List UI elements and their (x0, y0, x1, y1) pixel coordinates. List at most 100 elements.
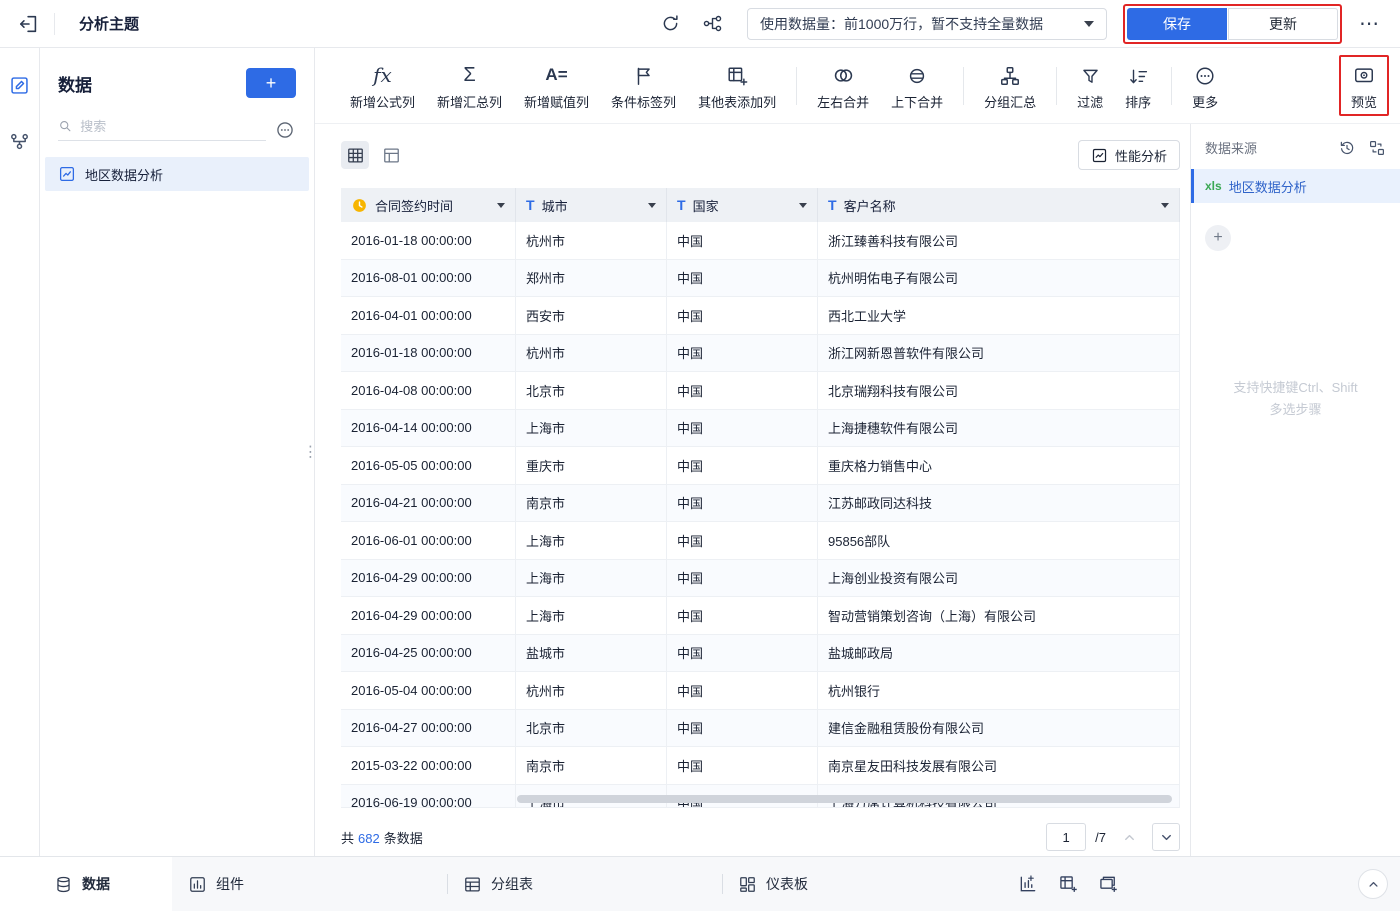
grid-view-button[interactable] (341, 141, 369, 169)
table-cell: 中国 (667, 709, 818, 746)
table-cell: 上海市 (516, 409, 667, 446)
toolbar-item-group-summary[interactable]: 分组汇总 (973, 61, 1047, 111)
more-circle-icon (1196, 66, 1214, 85)
update-button[interactable]: 更新 (1228, 7, 1338, 40)
chevron-up-icon (1124, 834, 1134, 840)
data-limit-label: 使用数据量：前1000万行，暂不支持全量数据 (760, 15, 1044, 32)
toolbar-divider (963, 66, 965, 105)
table-cell: 2016-04-27 00:00:00 (341, 709, 516, 746)
page-prev-button[interactable] (1115, 823, 1143, 851)
main-column: fx 新增公式列 Σ 新增汇总列 A= 新增赋值列 条件标签列 其他表添加列 左… (315, 48, 1400, 856)
layout-switch-icon[interactable] (1368, 139, 1386, 157)
pagination: /7 (1046, 823, 1180, 851)
exit-icon[interactable] (14, 9, 44, 39)
add-data-button[interactable]: + (246, 68, 296, 98)
table-row[interactable]: 2016-05-04 00:00:00 杭州市 中国 杭州银行 (341, 672, 1180, 710)
column-menu-icon[interactable] (1161, 202, 1169, 208)
table-row[interactable]: 2016-05-05 00:00:00 重庆市 中国 重庆格力销售中心 (341, 447, 1180, 485)
table-cell: 2016-05-04 00:00:00 (341, 672, 516, 709)
column-header-city[interactable]: T 城市 (516, 188, 667, 222)
add-step-button[interactable]: + (1205, 225, 1231, 251)
dataset-item[interactable]: 地区数据分析 (45, 157, 309, 191)
table-cell: 中国 (667, 447, 818, 484)
table-row[interactable]: 2016-04-29 00:00:00 上海市 中国 智动营销策划咨询（上海）有限公司 (341, 597, 1180, 635)
sigma-icon: Σ (463, 63, 476, 86)
table-row[interactable]: 2016-08-01 00:00:00 郑州市 中国 杭州明佑电子有限公司 (341, 259, 1180, 297)
add-table-icon[interactable] (1058, 874, 1078, 894)
union-sphere-icon (909, 68, 925, 83)
table-row[interactable]: 2016-04-25 00:00:00 盐城市 中国 盐城邮政局 (341, 634, 1180, 672)
add-chart-icon[interactable] (1018, 874, 1038, 894)
dataset-chart-icon (59, 166, 75, 182)
more-actions-icon[interactable]: ⋯ (1352, 9, 1386, 39)
toolbar-item-union-tb[interactable]: 上下合并 (880, 61, 954, 111)
source-step-label: 地区数据分析 (1228, 179, 1307, 195)
database-icon (57, 876, 70, 892)
table-row[interactable]: 2016-04-08 00:00:00 北京市 中国 北京瑞翔科技有限公司 (341, 372, 1180, 410)
data-source-panel: 数据来源 xls 地区数据分析 + 支持快捷键Ctrl、Shift 多选步骤 (1190, 124, 1400, 856)
column-header-country[interactable]: T 国家 (667, 188, 818, 222)
table-cell: 盐城市 (516, 634, 667, 671)
search-row (58, 118, 296, 141)
data-source-header: 数据来源 (1191, 124, 1400, 169)
page-next-button[interactable] (1152, 823, 1180, 851)
table-row[interactable]: 2016-04-27 00:00:00 北京市 中国 建信金融租赁股份有限公司 (341, 709, 1180, 747)
toolbar-item-formula-column[interactable]: fx 新增公式列 (339, 61, 426, 111)
toolbar-divider (1171, 66, 1173, 105)
search-icon (60, 121, 71, 132)
tab-data[interactable]: 数据 (0, 857, 172, 911)
add-card-icon[interactable] (1098, 874, 1118, 894)
tab-group-table[interactable]: 分组表 (447, 857, 722, 911)
search-options-icon[interactable] (274, 119, 296, 141)
toolbar-item-summary-column[interactable]: Σ 新增汇总列 (426, 61, 513, 111)
table-cell: 上海捷穗软件有限公司 (818, 409, 1180, 446)
table-row[interactable]: 2016-04-01 00:00:00 西安市 中国 西北工业大学 (341, 297, 1180, 335)
tab-dashboard[interactable]: 仪表板 (722, 857, 997, 911)
panel-resize-handle[interactable]: ⋮ (303, 445, 318, 460)
toolbar-item-join-lr[interactable]: 左右合并 (806, 61, 880, 111)
toolbar-item-other-table-column[interactable]: 其他表添加列 (687, 61, 787, 111)
source-step-item[interactable]: xls 地区数据分析 (1191, 169, 1400, 203)
table-row[interactable]: 2015-03-22 00:00:00 南京市 中国 南京星友田科技发展有限公司 (341, 747, 1180, 785)
text-type-icon: T (526, 197, 535, 213)
table-view-button[interactable] (377, 141, 405, 169)
table-row[interactable]: 2016-04-21 00:00:00 南京市 中国 江苏邮政同达科技 (341, 484, 1180, 522)
refresh-icon[interactable] (655, 9, 685, 39)
etl-flow-icon[interactable] (5, 126, 35, 156)
column-menu-icon[interactable] (799, 202, 807, 208)
toolbar-item-filter[interactable]: 过滤 (1066, 61, 1114, 111)
column-header-customer[interactable]: T 客户名称 (818, 188, 1180, 222)
performance-analysis-button[interactable]: 性能分析 (1077, 140, 1180, 170)
data-panel-title: 数据 (58, 75, 92, 95)
column-menu-icon[interactable] (497, 202, 505, 208)
column-header-contract-date[interactable]: 合同签约时间 (341, 188, 516, 222)
table-row[interactable]: 2016-04-29 00:00:00 上海市 中国 上海创业投资有限公司 (341, 559, 1180, 597)
edit-subject-icon[interactable] (5, 70, 35, 100)
horizontal-scrollbar[interactable] (517, 795, 1172, 803)
flow-branch-icon[interactable] (697, 9, 727, 39)
table-body: 2016-01-18 00:00:00 杭州市 中国 浙江臻善科技有限公司 2016-0… (341, 222, 1180, 807)
search-field[interactable] (58, 118, 266, 141)
preview-button[interactable]: 预览 (1349, 61, 1379, 111)
table-row[interactable]: 2016-01-18 00:00:00 杭州市 中国 浙江臻善科技有限公司 (341, 222, 1180, 260)
save-button[interactable]: 保存 (1127, 7, 1227, 40)
table-row[interactable]: 2016-06-01 00:00:00 上海市 中国 95856部队 (341, 522, 1180, 560)
toolbar-item-condition-tag-column[interactable]: 条件标签列 (600, 61, 687, 111)
search-input[interactable] (80, 118, 266, 134)
toolbar-item-more[interactable]: 更多 (1181, 61, 1229, 111)
column-menu-icon[interactable] (648, 202, 656, 208)
tab-component[interactable]: 组件 (172, 857, 447, 911)
history-icon[interactable] (1338, 139, 1356, 157)
page-number-input[interactable] (1046, 823, 1087, 851)
data-limit-dropdown[interactable]: 使用数据量：前1000万行，暂不支持全量数据 (747, 7, 1107, 40)
table-row[interactable]: 2016-01-18 00:00:00 杭州市 中国 浙江网新恩普软件有限公司 (341, 334, 1180, 372)
data-source-title: 数据来源 (1205, 141, 1258, 156)
toolbar-item-assign-column[interactable]: A= 新增赋值列 (513, 61, 600, 111)
table-row[interactable]: 2016-04-14 00:00:00 上海市 中国 上海捷穗软件有限公司 (341, 409, 1180, 447)
join-circles-icon (834, 68, 852, 82)
table-cell: 中国 (667, 597, 818, 634)
toolbar-item-sort[interactable]: 排序 (1114, 61, 1162, 111)
collapse-panel-button[interactable] (1358, 869, 1388, 899)
data-table: 合同签约时间 T 城市 T 国家 T 客户名称 2016-01-18 00:00… (341, 188, 1180, 808)
data-panel-header: 数据 + (40, 68, 314, 98)
